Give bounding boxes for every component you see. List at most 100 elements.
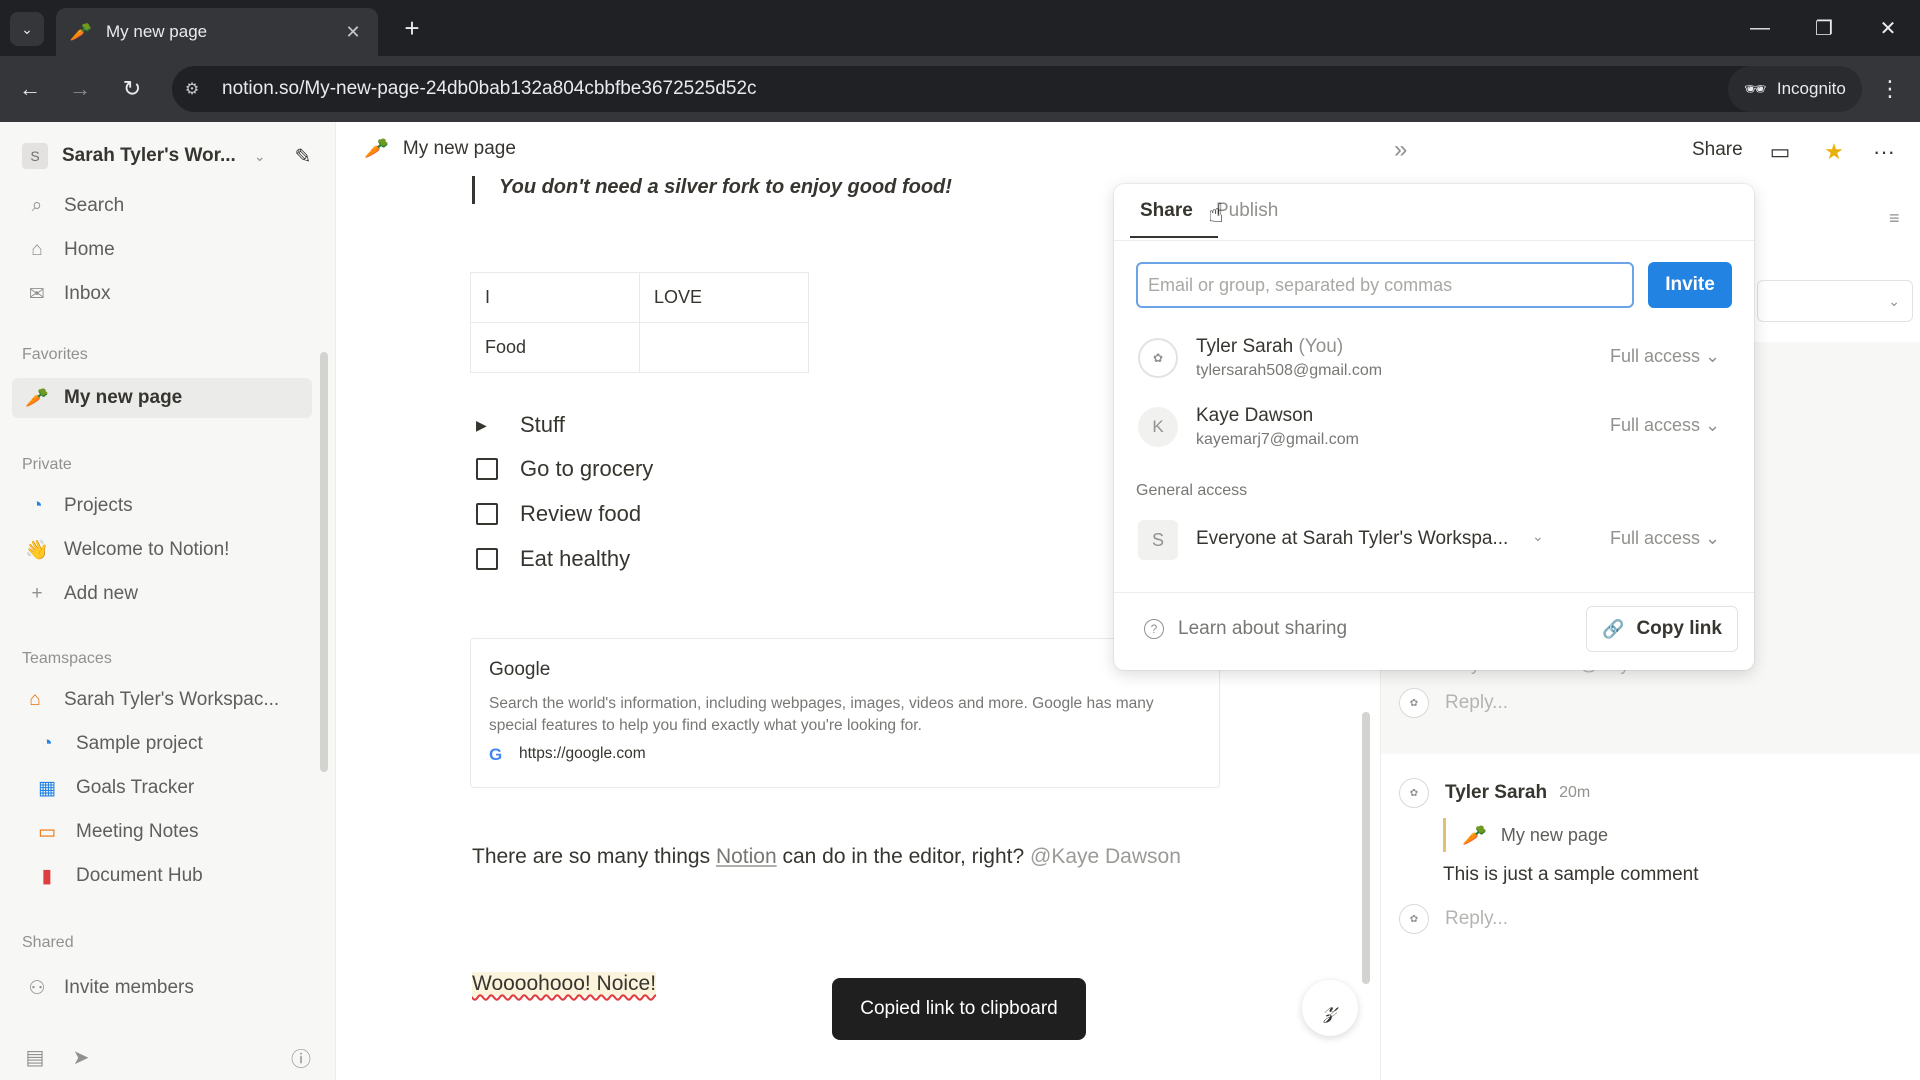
table-cell[interactable] (639, 322, 809, 373)
templates-icon[interactable]: ▤ (20, 1042, 50, 1072)
carrot-icon: 🥕 (25, 388, 49, 409)
notion-ai-icon[interactable]: 𝓏 (1302, 980, 1358, 1036)
share-button[interactable]: Share (1692, 139, 1743, 161)
site-info-icon[interactable]: ⚙ (180, 77, 204, 101)
checkbox[interactable] (476, 503, 498, 525)
new-page-icon[interactable]: ✎ (288, 141, 318, 171)
bookmark-url: https://google.com (519, 745, 646, 762)
filter-icon[interactable]: ≡ (1889, 208, 1900, 229)
general-access-select[interactable]: Everyone at Sarah Tyler's Workspa... (1196, 528, 1508, 550)
comment-page-reference[interactable]: 🥕 My new page (1443, 818, 1608, 852)
more-options-icon[interactable]: ··· (1868, 136, 1900, 168)
access-level-select[interactable]: Full access ⌄ (1610, 346, 1720, 367)
help-icon[interactable]: ⓘ (286, 1042, 316, 1072)
tab-publish[interactable]: Publish (1216, 200, 1278, 222)
new-tab-button[interactable]: + (396, 12, 428, 44)
workspace-name: Sarah Tyler's Wor... (62, 145, 236, 166)
table-cell[interactable]: I (470, 272, 640, 323)
forward-button[interactable]: → (64, 73, 96, 105)
close-window-button[interactable]: ✕ (1868, 12, 1908, 44)
browser-menu-icon[interactable]: ⋮ (1874, 73, 1906, 105)
checkbox[interactable] (476, 458, 498, 480)
favorites-heading[interactable]: Favorites (22, 346, 88, 364)
toggle-block[interactable]: ▶ Stuff (476, 412, 565, 438)
sidebar-item-label: Inbox (64, 283, 111, 304)
sidebar-item-inbox[interactable]: ✉ Inbox (12, 274, 312, 314)
toggle-arrow-icon[interactable]: ▶ (476, 417, 496, 434)
chevron-down-icon: ⌄ (1888, 292, 1900, 309)
minimize-button[interactable]: — (1740, 12, 1780, 44)
plus-icon: + (31, 583, 43, 604)
reply-field[interactable]: ✿ Reply... (1399, 904, 1508, 934)
access-level-select[interactable]: Full access ⌄ (1610, 528, 1720, 549)
tab-list-button[interactable]: ⌄ (10, 12, 44, 46)
restore-button[interactable]: ❐ (1804, 12, 1844, 44)
wave-icon: 👋 (25, 540, 49, 561)
favorite-star-icon[interactable]: ★ (1818, 136, 1850, 168)
incognito-icon: 🕶 (1744, 78, 1767, 99)
document-icon: ▮ (41, 865, 53, 887)
chevron-down-icon: ⌄ (253, 147, 266, 164)
sidebar-item-welcome[interactable]: 👋 Welcome to Notion! (12, 530, 312, 570)
sidebar-item-meeting-notes[interactable]: ▭ Meeting Notes (12, 812, 312, 852)
sidebar-item-goals-tracker[interactable]: ▦ Goals Tracker (12, 768, 312, 808)
notion-link[interactable]: Notion (716, 845, 777, 868)
avatar: ✿ (1399, 778, 1429, 808)
copy-link-button[interactable]: 🔗 Copy link (1586, 606, 1738, 652)
shared-user-row: ✿ Tyler Sarah (You) tylersarah508@gmail.… (1136, 332, 1736, 384)
comments-icon[interactable]: ▭ (1764, 136, 1796, 168)
url-text[interactable]: notion.so/My-new-page-24db0bab132a804cbb… (222, 78, 1762, 100)
sidebar-item-sample-project[interactable]: ◔ Sample project (12, 724, 312, 764)
reply-field[interactable]: ✿ Reply... (1399, 688, 1508, 718)
checkbox[interactable] (476, 548, 498, 570)
sidebar-item-search[interactable]: ⌕ Search (12, 186, 312, 226)
breadcrumb[interactable]: 🥕 My new page (364, 136, 516, 161)
add-person-icon: ⚇ (28, 977, 46, 999)
incognito-badge[interactable]: 🕶 Incognito (1728, 66, 1862, 112)
sidebar-item-label: Sample project (76, 733, 203, 754)
carrot-icon: 🥕 (364, 138, 389, 160)
comments-filter-select[interactable]: ⌄ (1757, 280, 1913, 322)
sidebar-item-home[interactable]: ⌂ Home (12, 230, 312, 270)
quote-block[interactable]: You don't need a silver fork to enjoy go… (472, 176, 952, 204)
mention-kaye-dawson[interactable]: @Kaye Dawson (1030, 845, 1181, 868)
close-tab-icon[interactable]: ✕ (342, 21, 364, 43)
invite-button[interactable]: Invite (1648, 262, 1732, 308)
invite-email-input[interactable] (1136, 262, 1634, 308)
browser-tab[interactable]: 🥕 My new page ✕ (56, 8, 378, 56)
comment-author[interactable]: Tyler Sarah (1445, 782, 1547, 804)
sidebar-item-label: Goals Tracker (76, 777, 195, 798)
sidebar-item-workspace-teamspace[interactable]: ⌂ Sarah Tyler's Workspac... (12, 680, 312, 720)
tab-share[interactable]: Share (1140, 200, 1193, 222)
active-tab-indicator (1130, 236, 1218, 238)
sidebar-item-add-new[interactable]: + Add new (12, 574, 312, 614)
reload-button[interactable]: ↻ (116, 73, 148, 105)
sidebar-item-my-new-page[interactable]: 🥕 My new page (12, 378, 312, 418)
expand-panel-icon[interactable]: » (1394, 136, 1407, 164)
back-button[interactable]: ← (14, 73, 46, 105)
google-icon: G (489, 745, 503, 764)
text-paragraph[interactable]: There are so many things Notion can do i… (472, 840, 1192, 874)
table-cell[interactable]: Food (470, 322, 640, 373)
sidebar-scrollbar[interactable] (320, 352, 328, 772)
send-icon[interactable]: ➤ (66, 1042, 96, 1072)
chevron-down-icon[interactable]: ⌄ (1532, 528, 1544, 545)
address-bar[interactable]: ⚙ notion.so/My-new-page-24db0bab132a804c… (172, 66, 1854, 112)
table-row: Food (470, 322, 809, 373)
sidebar-item-document-hub[interactable]: ▮ Document Hub (12, 856, 312, 896)
sidebar-item-label: Projects (64, 495, 133, 516)
bookmark-card[interactable]: Google Search the world's information, i… (470, 638, 1220, 788)
bookmark-description: Search the world's information, includin… (489, 695, 1154, 734)
sidebar-item-projects[interactable]: ◔ Projects (12, 486, 312, 526)
workspace-switcher[interactable]: S Sarah Tyler's Wor... ⌄ ✎ (22, 138, 318, 174)
invite-members-button[interactable]: ⚇ Invite members (12, 968, 312, 1008)
table-cell[interactable]: LOVE (639, 272, 809, 323)
main-scrollbar[interactable] (1362, 712, 1370, 984)
learn-about-sharing-link[interactable]: ? Learn about sharing (1144, 618, 1347, 640)
general-access-label: General access (1136, 482, 1248, 499)
private-heading[interactable]: Private (22, 456, 72, 474)
shared-heading[interactable]: Shared (22, 934, 74, 952)
teamspaces-heading[interactable]: Teamspaces (22, 650, 112, 668)
access-level-select[interactable]: Full access ⌄ (1610, 415, 1720, 436)
highlighted-text[interactable]: Woooohooo! Noice! (472, 972, 657, 996)
